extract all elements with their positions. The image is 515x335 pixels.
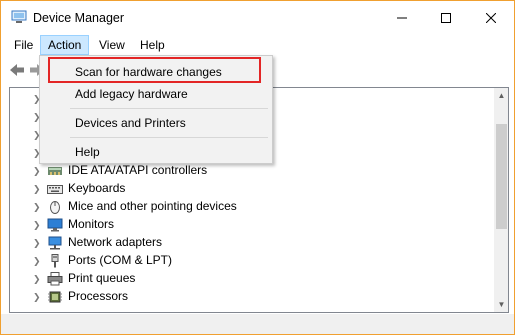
tree-row-network[interactable]: ❯ Network adapters <box>10 234 490 252</box>
tree-row-keyboards[interactable]: ❯ Keyboards <box>10 180 490 198</box>
expand-chevron-icon[interactable]: ❯ <box>33 219 41 231</box>
menu-item-label: Add legacy hardware <box>75 87 188 101</box>
expand-chevron-icon[interactable]: ❯ <box>33 273 41 285</box>
expand-chevron-icon[interactable]: ❯ <box>33 237 41 249</box>
close-icon <box>485 13 496 23</box>
scrollbar-thumb[interactable] <box>496 124 507 229</box>
tree-row-ide[interactable]: ❯ IDE ATA/ATAPI controllers <box>10 162 490 180</box>
device-manager-app-icon <box>11 10 27 24</box>
tree-item-label: Ports (COM & LPT) <box>68 253 173 267</box>
ide-controller-icon <box>47 164 63 178</box>
menu-separator <box>70 108 268 109</box>
tree-item-label: Network adapters <box>68 235 163 249</box>
keyboard-icon <box>47 182 63 196</box>
title-bar: Device Manager <box>1 1 514 35</box>
tree-row-print-queues[interactable]: ❯ Print queues <box>10 270 490 288</box>
back-arrow-icon[interactable] <box>8 61 26 79</box>
tree-item-label: Processors <box>68 289 129 303</box>
network-adapter-icon <box>47 236 63 250</box>
menu-item-add-legacy-hardware[interactable]: Add legacy hardware <box>42 82 270 106</box>
tree-row-monitors[interactable]: ❯ Monitors <box>10 216 490 234</box>
menu-separator <box>70 137 268 138</box>
processor-icon <box>47 290 63 304</box>
tree-item-label: Keyboards <box>68 181 126 195</box>
menu-action[interactable]: Action <box>40 35 90 55</box>
window-title: Device Manager <box>33 11 125 25</box>
tree-row-processors[interactable]: ❯ Processors <box>10 288 490 306</box>
expand-chevron-icon[interactable]: ❯ <box>33 165 41 177</box>
menu-view[interactable]: View <box>92 35 132 55</box>
tree-row-ports[interactable]: ❯ Ports (COM & LPT) <box>10 252 490 270</box>
menu-item-label: Devices and Printers <box>75 116 186 130</box>
menu-file[interactable]: File <box>7 35 40 55</box>
monitor-icon <box>47 218 63 232</box>
expand-chevron-icon[interactable]: ❯ <box>33 255 41 267</box>
minimize-button[interactable] <box>379 1 424 35</box>
expand-chevron-icon[interactable]: ❯ <box>33 183 41 195</box>
menu-item-help[interactable]: Help <box>42 140 270 164</box>
port-icon <box>47 254 63 268</box>
scroll-up-icon[interactable]: ▲ <box>494 88 508 103</box>
expand-chevron-icon[interactable]: ❯ <box>33 291 41 303</box>
menu-bar: File Action View Help <box>1 35 514 55</box>
tree-item-label: Print queues <box>68 271 136 285</box>
tree-row-mice[interactable]: ❯ Mice and other pointing devices <box>10 198 490 216</box>
maximize-button[interactable] <box>423 1 468 35</box>
menu-help[interactable]: Help <box>133 35 172 55</box>
close-button[interactable] <box>468 1 513 35</box>
tree-item-label: IDE ATA/ATAPI controllers <box>68 163 208 177</box>
expand-chevron-icon[interactable]: ❯ <box>33 201 41 213</box>
tree-item-label: Mice and other pointing devices <box>68 199 237 213</box>
mouse-icon <box>47 200 63 214</box>
menu-item-label: Help <box>75 145 100 159</box>
printer-icon <box>47 272 63 286</box>
highlight-box <box>48 57 261 83</box>
minimize-icon <box>396 17 407 19</box>
vertical-scrollbar[interactable]: ▲ ▼ <box>494 88 508 312</box>
device-manager-window: Device Manager File Action View Help ❯ ❯… <box>0 0 515 335</box>
maximize-icon <box>440 13 451 23</box>
tree-item-label: Monitors <box>68 217 115 231</box>
scroll-down-icon[interactable]: ▼ <box>494 297 508 312</box>
menu-item-devices-and-printers[interactable]: Devices and Printers <box>42 111 270 135</box>
status-bar <box>1 314 514 334</box>
